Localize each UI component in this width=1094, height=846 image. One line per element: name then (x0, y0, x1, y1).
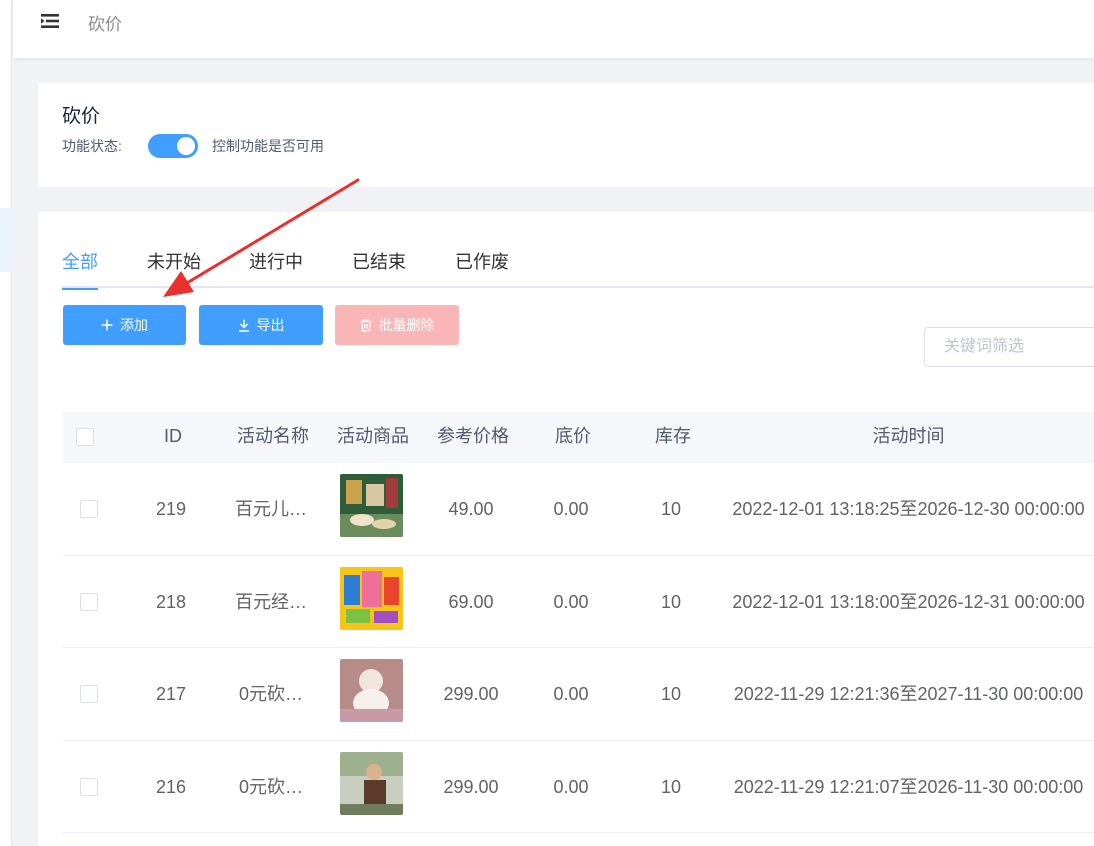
product-thumbnail[interactable] (340, 751, 403, 815)
row-checkbox[interactable] (80, 685, 98, 703)
table-row[interactable]: 218 百元经… 69.00 0.00 10 2022-12-01 13:18:… (63, 555, 1094, 648)
column-header-product: 活动商品 (337, 426, 409, 446)
column-header-name: 活动名称 (237, 426, 309, 446)
table-row[interactable]: 217 0元砍… 299.00 0.00 10 2022-11-29 12:21… (63, 648, 1094, 741)
cell-floor-price: 0.00 (553, 684, 589, 704)
add-button-label: 添加 (120, 317, 148, 333)
cell-name: 百元儿… (235, 499, 307, 519)
download-icon (238, 319, 250, 332)
select-all-checkbox[interactable] (76, 428, 94, 446)
cell-time: 2022-11-29 12:21:07至2026-11-30 00:00:00 (733, 776, 1084, 797)
tab-active-bar (62, 288, 98, 290)
status-tabs: 全部 未开始 进行中 已结束 已作废 (62, 248, 1094, 290)
export-button[interactable]: 导出 (199, 305, 323, 345)
cell-id: 218 (155, 591, 187, 612)
menu-fold-icon[interactable] (40, 12, 62, 30)
tab-all[interactable]: 全部 (62, 250, 98, 290)
column-header-floor-price: 底价 (555, 426, 591, 446)
product-thumbnail[interactable] (340, 659, 403, 722)
sidebar-collapsed (0, 0, 12, 846)
status-label: 功能状态: (62, 138, 122, 154)
bargain-table: ID 活动名称 活动商品 参考价格 底价 库存 活动时间 219 百元儿… 49… (63, 412, 1094, 833)
cell-floor-price: 0.00 (553, 499, 589, 519)
plus-icon (101, 319, 113, 331)
column-header-time: 活动时间 (872, 426, 945, 446)
cell-floor-price: 0.00 (553, 776, 589, 797)
column-header-stock: 库存 (655, 426, 691, 446)
cell-time: 2022-11-29 12:21:36至2027-11-30 00:00:00 (733, 684, 1084, 704)
status-toggle[interactable] (148, 134, 198, 158)
keyword-search-input[interactable] (924, 327, 1094, 367)
cell-floor-price: 0.00 (553, 591, 589, 612)
cell-id: 217 (155, 684, 187, 704)
cell-ref-price: 69.00 (448, 591, 494, 612)
sidebar-active-item[interactable] (0, 208, 12, 272)
top-header: 砍价 (13, 0, 1094, 58)
cell-name: 百元经… (235, 591, 307, 612)
batch-delete-button-label: 批量删除 (378, 317, 435, 333)
cell-stock: 10 (660, 499, 682, 519)
table-row[interactable]: 216 0元砍… 299.00 0.00 10 2022-11-29 12:21… (63, 740, 1094, 833)
batch-delete-button[interactable]: 批量删除 (335, 305, 459, 345)
cell-ref-price: 49.00 (448, 499, 494, 519)
cell-stock: 10 (660, 776, 682, 797)
toggle-knob (177, 137, 195, 155)
tab-not-started[interactable]: 未开始 (147, 250, 201, 288)
list-card: 全部 未开始 进行中 已结束 已作废 添加 导出 批量删除 ID 活动名称 活动… (38, 212, 1094, 846)
cell-id: 216 (155, 776, 187, 797)
tab-ended[interactable]: 已结束 (352, 250, 406, 288)
tab-voided[interactable]: 已作废 (455, 250, 509, 288)
row-checkbox[interactable] (80, 777, 98, 796)
tab-in-progress[interactable]: 进行中 (249, 250, 303, 288)
table-row[interactable]: 219 百元儿… 49.00 0.00 10 2022-12-01 13:18:… (63, 463, 1094, 556)
export-button-label: 导出 (256, 317, 285, 333)
column-header-id: ID (164, 426, 182, 446)
cell-time: 2022-12-01 13:18:25至2026-12-30 00:00:00 (732, 499, 1085, 519)
feature-config-card: 砍价 功能状态: 控制功能是否可用 (38, 83, 1094, 187)
cell-id: 219 (155, 499, 187, 519)
table-header: ID 活动名称 活动商品 参考价格 底价 库存 活动时间 (63, 412, 1094, 463)
page-title: 砍价 (62, 106, 101, 127)
row-checkbox[interactable] (80, 500, 98, 518)
column-header-ref-price: 参考价格 (437, 426, 509, 446)
cell-name: 0元砍… (238, 684, 303, 704)
trash-icon (360, 318, 372, 332)
product-thumbnail[interactable] (340, 474, 403, 537)
cell-ref-price: 299.00 (443, 684, 499, 704)
breadcrumb: 砍价 (88, 15, 122, 34)
row-checkbox[interactable] (80, 592, 98, 611)
add-button[interactable]: 添加 (63, 305, 186, 345)
cell-time: 2022-12-01 13:18:00至2026-12-31 00:00:00 (732, 591, 1085, 612)
product-thumbnail[interactable] (340, 566, 403, 630)
cell-ref-price: 299.00 (443, 776, 499, 797)
status-description: 控制功能是否可用 (212, 138, 324, 154)
cell-name: 0元砍… (238, 776, 303, 797)
cell-stock: 10 (660, 684, 682, 704)
cell-stock: 10 (660, 591, 682, 612)
